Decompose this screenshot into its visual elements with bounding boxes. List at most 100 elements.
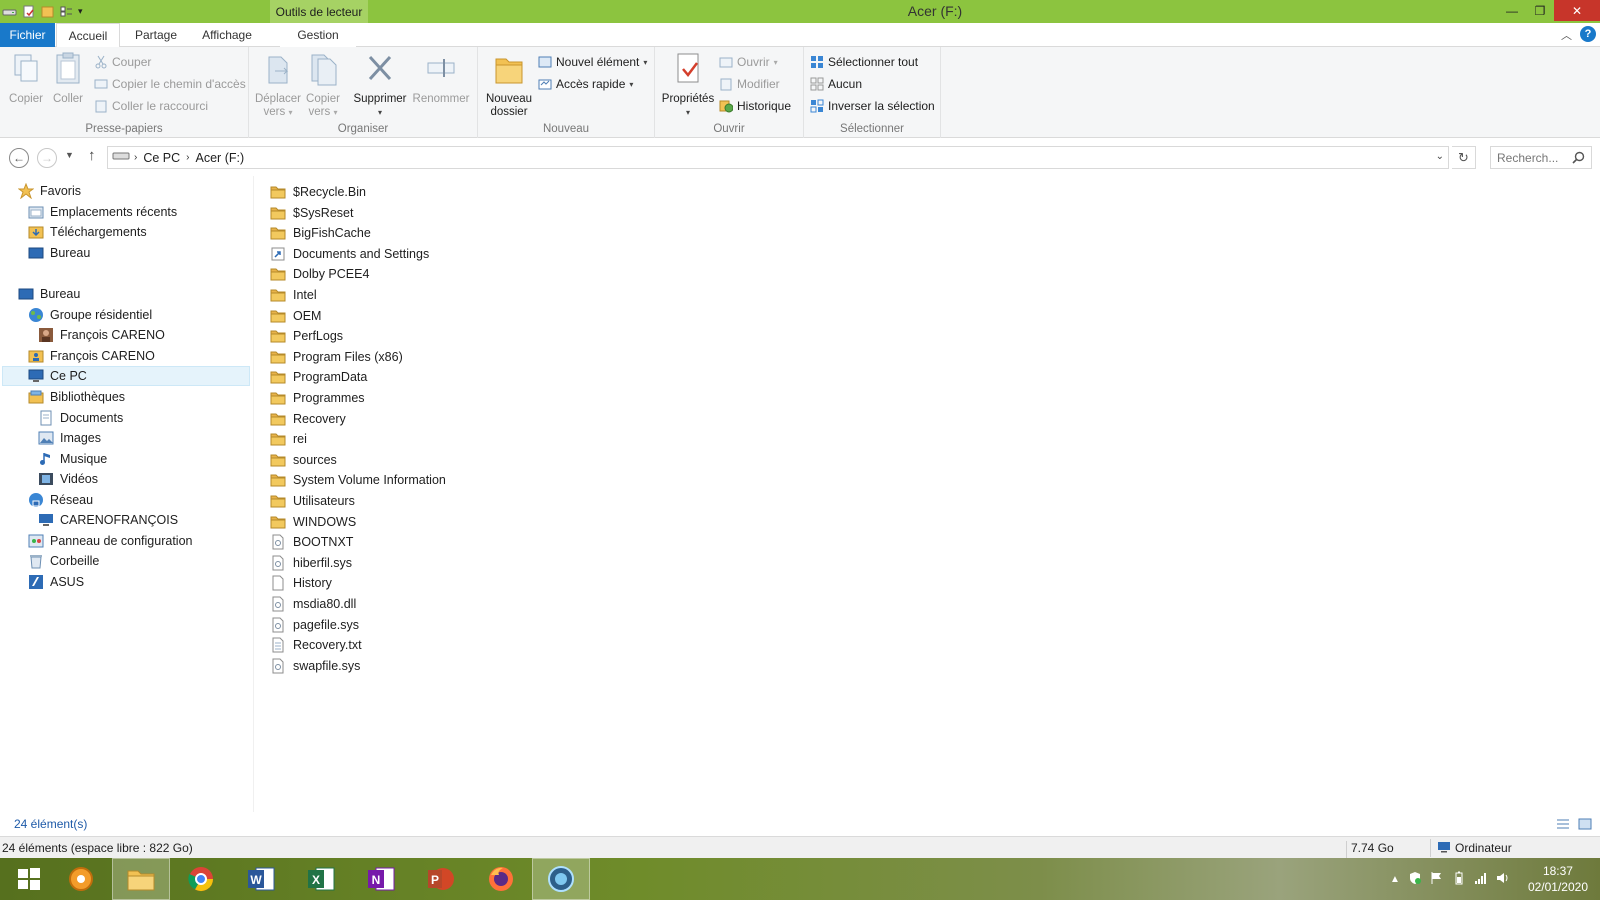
file-list-item[interactable]: rei <box>270 429 307 449</box>
file-list-item[interactable]: Documents and Settings <box>270 244 429 264</box>
maximize-button[interactable]: ❐ <box>1526 0 1554 21</box>
large-icons-view-icon[interactable] <box>1578 818 1592 830</box>
copy-to-button[interactable]: Copier vers ▾ <box>299 51 347 119</box>
file-list-item[interactable]: hiberfil.sys <box>270 553 352 573</box>
new-item-button[interactable]: Nouvel élément ▾ <box>538 52 647 72</box>
delete-button[interactable]: Supprimer ▾ <box>351 51 409 119</box>
nav-item[interactable]: Documents <box>38 408 123 428</box>
up-arrow-icon[interactable]: ↑ <box>88 147 96 164</box>
tab-file[interactable]: Fichier <box>0 23 55 47</box>
select-none-button[interactable]: Aucun <box>810 74 862 94</box>
collapse-ribbon-icon[interactable]: ︿ <box>1561 27 1572 43</box>
copy-path-button[interactable]: Copier le chemin d'accès <box>94 74 246 94</box>
nav-item[interactable]: Images <box>38 428 101 448</box>
drive-icon[interactable] <box>2 4 17 19</box>
file-list-item[interactable]: WINDOWS <box>270 512 356 532</box>
refresh-button[interactable]: ↻ <box>1452 146 1476 169</box>
tab-manage[interactable]: Gestion <box>280 23 356 47</box>
nav-item[interactable]: Emplacements récents <box>28 202 177 222</box>
volume-tray-icon[interactable] <box>1496 871 1510 888</box>
taskbar-powerpoint[interactable]: P <box>412 858 470 900</box>
edit-button[interactable]: Modifier <box>719 74 780 94</box>
rename-button[interactable]: Renommer <box>409 51 473 106</box>
nav-item[interactable]: Musique <box>38 449 107 469</box>
taskbar-word[interactable]: W <box>232 858 290 900</box>
nav-item[interactable]: Bureau <box>28 243 90 263</box>
file-list-item[interactable]: pagefile.sys <box>270 615 359 635</box>
breadcrumb-separator-icon[interactable]: › <box>134 152 137 163</box>
minimize-button[interactable]: — <box>1498 0 1526 21</box>
file-list-item[interactable]: Recovery.txt <box>270 635 362 655</box>
recent-locations-dropdown-icon[interactable]: ▼ <box>65 150 74 160</box>
properties-qat-icon[interactable] <box>21 4 36 19</box>
back-button[interactable]: ← <box>9 148 29 168</box>
battery-tray-icon[interactable] <box>1452 871 1466 888</box>
move-to-button[interactable]: Déplacer vers ▾ <box>253 51 303 119</box>
file-list-item[interactable]: msdia80.dll <box>270 594 356 614</box>
file-list-item[interactable]: Intel <box>270 285 317 305</box>
taskbar-chrome[interactable] <box>172 858 230 900</box>
taskbar-excel[interactable]: X <box>292 858 350 900</box>
file-list-item[interactable]: swapfile.sys <box>270 656 360 676</box>
tab-home[interactable]: Accueil <box>56 23 120 48</box>
shield-tray-icon[interactable] <box>1408 871 1422 888</box>
file-list-item[interactable]: Dolby PCEE4 <box>270 264 369 284</box>
forward-button[interactable]: → <box>37 148 57 168</box>
file-list-item[interactable]: BigFishCache <box>270 223 371 243</box>
new-folder-qat-icon[interactable] <box>40 4 55 19</box>
tab-share[interactable]: Partage <box>124 23 188 47</box>
file-list-item[interactable]: Program Files (x86) <box>270 347 403 367</box>
easy-access-button[interactable]: Accès rapide ▾ <box>538 74 633 94</box>
wifi-signal-tray-icon[interactable] <box>1474 871 1488 888</box>
history-button[interactable]: Historique <box>719 96 791 116</box>
address-bar[interactable]: › Ce PC › Acer (F:) ⌄ <box>107 146 1449 169</box>
customize-qat-icon[interactable] <box>59 4 74 19</box>
nav-item[interactable]: Téléchargements <box>28 222 147 242</box>
nav-item[interactable]: Bureau <box>18 284 80 304</box>
copy-button[interactable]: Copier <box>6 51 46 106</box>
file-list-item[interactable]: $SysReset <box>270 203 353 223</box>
help-icon[interactable]: ? <box>1580 26 1596 42</box>
nav-item[interactable]: Vidéos <box>38 469 98 489</box>
start-button[interactable] <box>0 858 58 900</box>
show-hidden-icons-icon[interactable]: ▲ <box>1390 874 1400 885</box>
select-all-button[interactable]: Sélectionner tout <box>810 52 918 72</box>
qat-dropdown-icon[interactable]: ▾ <box>78 6 83 17</box>
nav-item[interactable]: ASUS <box>28 572 84 592</box>
taskbar-firefox[interactable] <box>472 858 530 900</box>
nav-item[interactable]: Réseau <box>28 490 93 510</box>
new-folder-button[interactable]: Nouveau dossier <box>482 51 536 119</box>
open-button[interactable]: Ouvrir ▾ <box>719 52 778 72</box>
flag-tray-icon[interactable] <box>1430 871 1444 888</box>
taskbar-media-app[interactable] <box>532 858 590 900</box>
file-list-item[interactable]: sources <box>270 450 337 470</box>
nav-item[interactable]: François CARENO <box>38 325 165 345</box>
breadcrumb-this-pc[interactable]: Ce PC <box>143 151 180 165</box>
properties-button[interactable]: Propriétés ▾ <box>659 51 717 119</box>
nav-item[interactable]: Ce PC <box>2 366 250 386</box>
invert-selection-button[interactable]: Inverser la sélection <box>810 96 935 116</box>
nav-item[interactable]: Corbeille <box>28 551 99 571</box>
taskbar-settings-app[interactable] <box>52 858 110 900</box>
breadcrumb-separator-icon[interactable]: › <box>186 152 189 163</box>
nav-item[interactable]: Favoris <box>17 181 81 201</box>
taskbar-file-explorer[interactable] <box>112 858 170 900</box>
nav-item[interactable]: François CARENO <box>28 346 155 366</box>
file-list-item[interactable]: $Recycle.Bin <box>270 182 366 202</box>
file-list-item[interactable]: PerfLogs <box>270 326 343 346</box>
details-view-icon[interactable] <box>1556 818 1570 830</box>
file-list-item[interactable]: Recovery <box>270 409 346 429</box>
clock[interactable]: 18:37 02/01/2020 <box>1528 863 1588 895</box>
paste-shortcut-button[interactable]: Coller le raccourci <box>94 96 208 116</box>
cut-button[interactable]: Couper <box>94 52 151 72</box>
close-button[interactable]: ✕ <box>1554 0 1600 21</box>
file-list-item[interactable]: BOOTNXT <box>270 532 353 552</box>
file-list-item[interactable]: History <box>270 573 332 593</box>
breadcrumb-drive[interactable]: Acer (F:) <box>196 151 245 165</box>
nav-item[interactable]: Bibliothèques <box>28 387 125 407</box>
tab-view[interactable]: Affichage <box>194 23 260 47</box>
file-list-item[interactable]: System Volume Information <box>270 470 446 490</box>
file-list-item[interactable]: Utilisateurs <box>270 491 355 511</box>
address-dropdown-icon[interactable]: ⌄ <box>1436 151 1444 162</box>
file-list-item[interactable]: ProgramData <box>270 367 367 387</box>
